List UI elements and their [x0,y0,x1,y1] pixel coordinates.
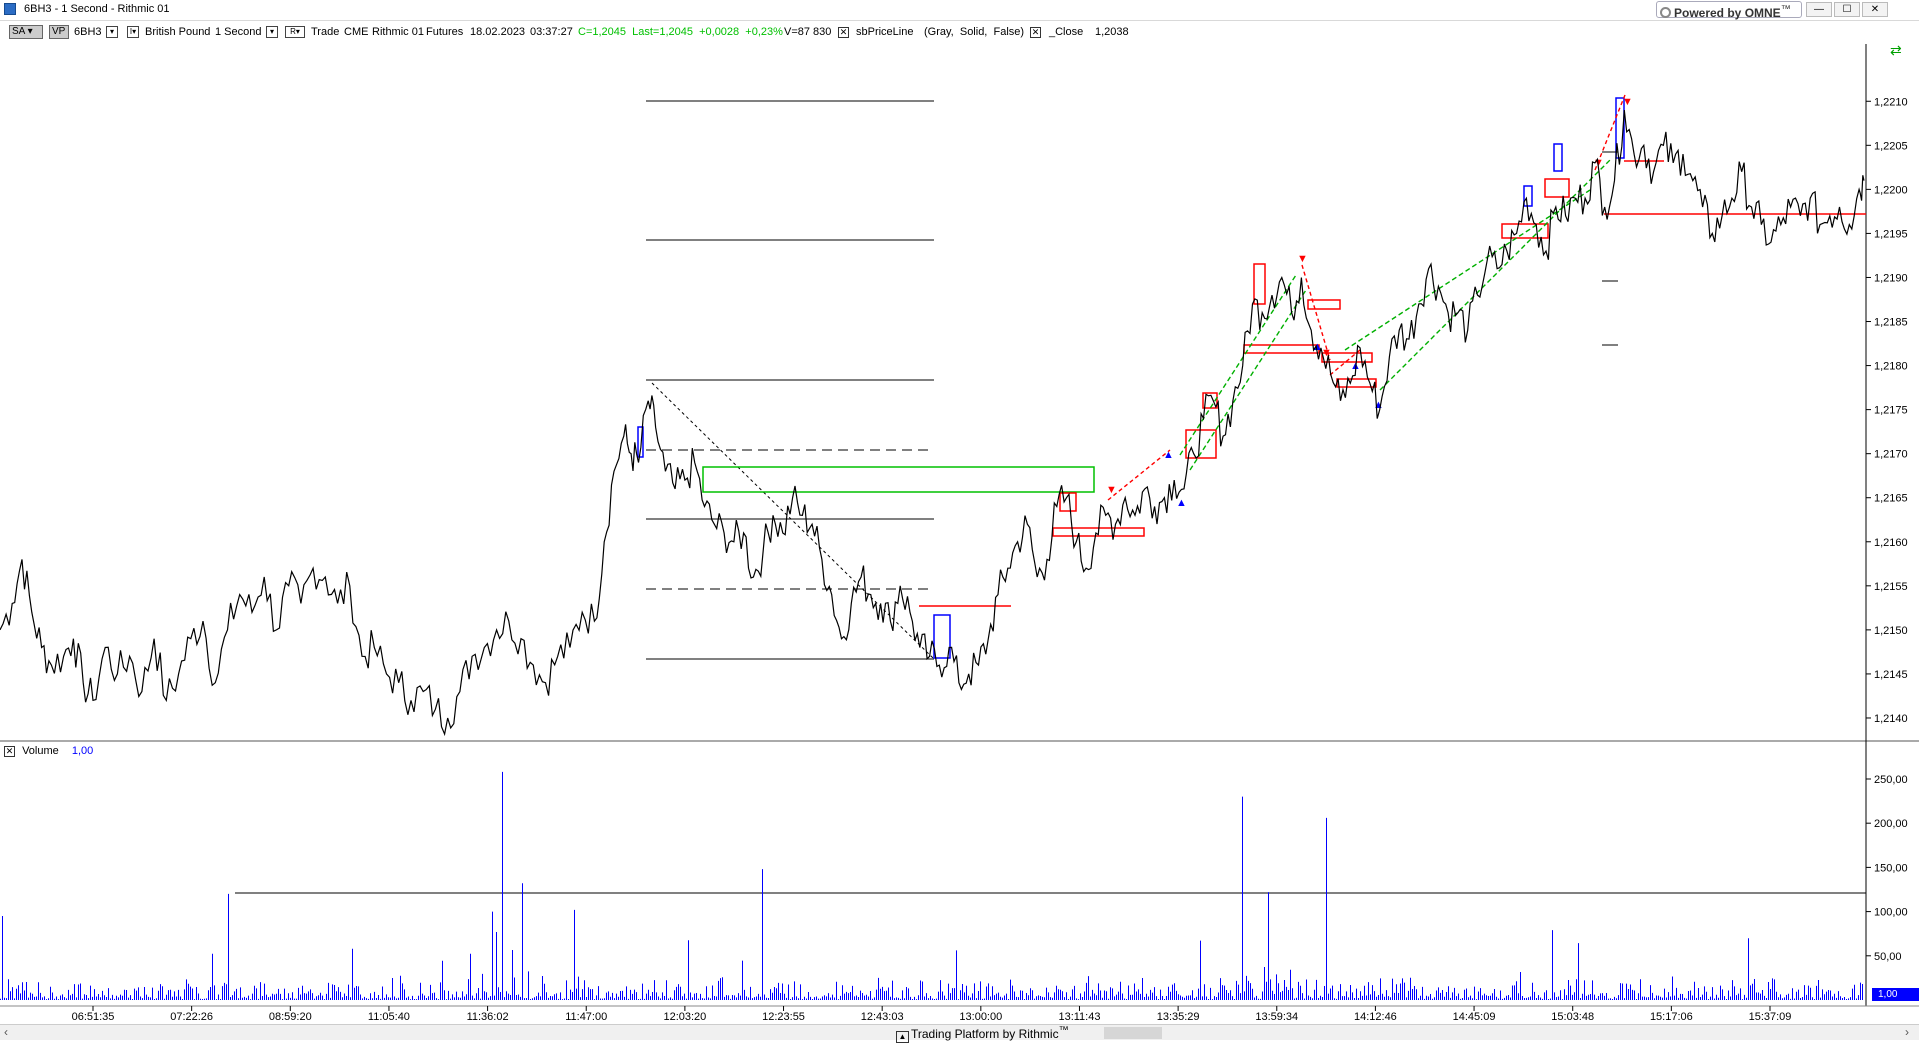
price-tick-label: 1,2200 [1874,184,1908,196]
time-tick-label: 13:00:00 [959,1011,1002,1023]
chart-area[interactable]: ▼ ▼ ▼ ▼ ▼ ▲ ▲ ▲ ▲ ▲ 1,22101,22051,22001,… [0,0,1919,1039]
fib-levels[interactable] [646,100,935,660]
time-tick-label: 15:17:06 [1650,1011,1693,1023]
time-tick-label: 08:59:20 [269,1011,312,1023]
time-tick-label: 07:22:26 [170,1011,213,1023]
time-tick-label: 13:35:29 [1157,1011,1200,1023]
time-tick-label: 13:11:43 [1058,1011,1100,1023]
time-tick-label: 11:36:02 [467,1011,509,1023]
red-zone[interactable] [1243,344,1320,354]
price-tick-label: 1,2185 [1874,317,1908,329]
price-tick-label: 1,2205 [1874,140,1908,152]
volume-label: Volume [22,745,59,757]
status-label[interactable]: ▲ Trading Platform by Rithmic™ [896,1025,1069,1043]
time-tick-label: 15:37:09 [1749,1011,1792,1023]
price-tick-label: 1,2160 [1874,537,1908,549]
buy-arrow-icon: ▲ [1176,497,1187,509]
price-tick-label: 1,2155 [1874,581,1908,593]
price-tick-label: 1,2165 [1874,493,1908,505]
trade-toggle-icon[interactable]: ⇄ [1890,42,1902,58]
horizontal-scroll-thumb[interactable] [1104,1027,1162,1039]
red-zone[interactable] [1544,178,1570,198]
sell-arrow-icon: ▼ [1622,96,1633,108]
price-tick-label: 1,2150 [1874,625,1908,637]
time-tick-label: 14:45:09 [1453,1011,1496,1023]
time-axis: 06:51:35 07:22:26 08:59:20 11:05:40 11:36:02… [72,1006,1792,1023]
blue-zone[interactable] [933,614,951,659]
time-tick-label: 12:43:03 [861,1011,904,1023]
volume-tick-label: 150,00 [1874,862,1908,874]
time-tick-label: 12:23:55 [762,1011,805,1023]
volume-tick-label: 250,00 [1874,774,1908,786]
red-trend-line[interactable] [1107,449,1171,501]
price-line [0,110,1865,737]
blue-zone[interactable] [1523,185,1533,207]
red-zone[interactable] [1501,223,1549,239]
time-tick-label: 11:05:40 [368,1011,410,1023]
volume-close-icon[interactable]: ✕ [4,746,15,757]
green-trend-line[interactable] [1179,274,1297,456]
price-tick-label: 1,2210 [1874,96,1908,108]
time-tick-label: 14:12:46 [1354,1011,1397,1023]
volume-bars [0,771,1863,1000]
green-trend-line[interactable] [1379,159,1611,391]
scroll-right-icon[interactable]: › [1905,1025,1909,1039]
time-tick-label: 11:47:00 [565,1011,607,1023]
volume-value: 1,00 [71,745,94,757]
green-trend-line[interactable] [1189,289,1307,471]
price-tick-label: 1,2140 [1874,713,1908,725]
price-axis: 1,2210 1,2205 1,2200 1,2195 1,2190 1,2185 1,21… [1866,96,1908,725]
price-tick-label: 1,2145 [1874,669,1908,681]
red-zone[interactable] [1253,263,1266,305]
price-tick-label: 1,2170 [1874,449,1908,461]
fib-trend-line[interactable] [651,382,935,660]
status-bar: ‹ ▲ Trading Platform by Rithmic™ › [0,1024,1919,1043]
blue-zone[interactable] [1553,143,1563,172]
volume-tick-label: 200,00 [1874,818,1908,830]
green-zone[interactable] [702,466,1095,493]
time-tick-label: 15:03:48 [1551,1011,1594,1023]
time-tick-label: 06:51:35 [72,1011,115,1023]
price-tick-label: 1,2175 [1874,405,1908,417]
sell-arrow-icon: ▼ [1297,253,1308,265]
price-tick-label: 1,2190 [1874,272,1908,284]
volume-panel-header: ✕ Volume 1,00 [4,745,93,757]
volume-axis: 250,00 200,00 150,00 100,00 50,00 [1866,774,1908,963]
scroll-left-icon[interactable]: ‹ [4,1025,8,1039]
sell-arrow-icon: ▼ [1106,484,1117,496]
status-tm: ™ [1058,1025,1069,1036]
expand-up-icon: ▲ [896,1031,909,1043]
time-tick-label: 13:59:34 [1255,1011,1298,1023]
buy-arrow-icon: ▲ [1163,449,1174,461]
price-tick-label: 1,2180 [1874,361,1908,373]
price-tick-label: 1,2195 [1874,228,1908,240]
volume-value-badge: 1,00 [1872,988,1919,1001]
buy-arrow-icon: ▲ [1373,399,1384,411]
time-tick-label: 12:03:20 [663,1011,706,1023]
volume-tick-label: 100,00 [1874,907,1908,919]
volume-tick-label: 50,00 [1874,951,1902,963]
